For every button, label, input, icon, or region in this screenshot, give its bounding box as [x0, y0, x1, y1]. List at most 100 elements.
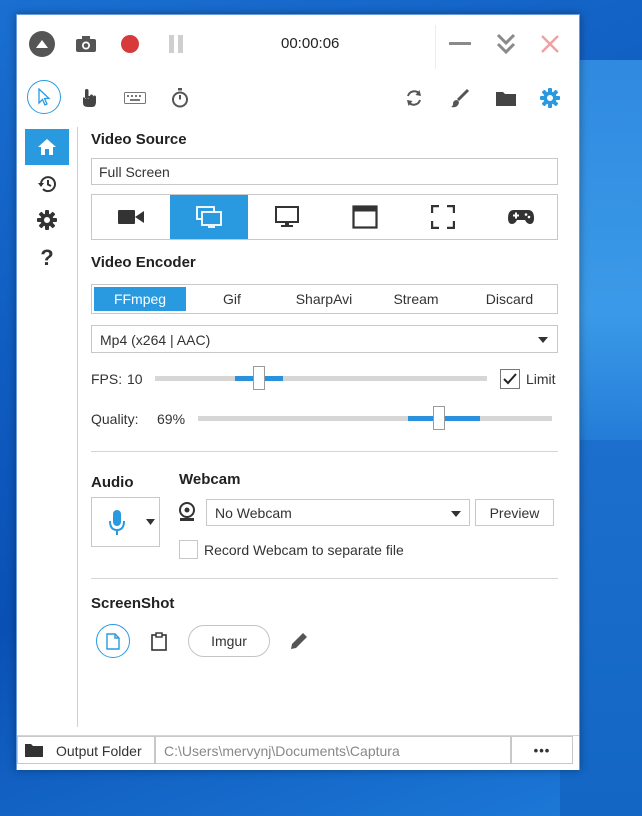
screenshot-button[interactable] [73, 31, 99, 57]
chevron-down-icon [146, 519, 155, 525]
history-icon [38, 176, 56, 193]
brush-icon [451, 88, 470, 108]
quality-label: Quality: [91, 411, 139, 427]
source-region-option[interactable] [404, 195, 482, 239]
refresh-icon [407, 90, 421, 106]
edit-screenshot-toggle[interactable] [285, 627, 313, 655]
video-source-field[interactable]: Full Screen [91, 158, 558, 185]
fps-label: FPS: [91, 371, 123, 387]
record-button[interactable] [117, 31, 143, 57]
pencil-icon [291, 633, 307, 649]
hand-pointer-icon [83, 89, 96, 107]
separate-file-checkbox[interactable] [179, 540, 198, 559]
source-window-option[interactable] [326, 195, 404, 239]
close-button[interactable] [537, 31, 563, 57]
home-icon [38, 139, 56, 155]
webcam-dropdown[interactable]: No Webcam [206, 499, 470, 526]
output-path-field[interactable]: C:\Users\mervynj\Documents\Captura [155, 736, 511, 764]
video-source-selector [91, 194, 558, 240]
checkmark-icon [503, 373, 517, 385]
webcam-icon [118, 210, 144, 224]
screenshot-title: ScreenShot [91, 595, 175, 612]
cursor-icon [38, 88, 51, 106]
encoder-tab-discard[interactable]: Discard [462, 285, 557, 313]
more-options-button[interactable]: ••• [511, 736, 573, 764]
webcam-title: Webcam [179, 471, 241, 488]
camera-icon [76, 36, 96, 52]
fps-value: 10 [127, 371, 143, 387]
sidebar-item-help[interactable]: ? [25, 241, 69, 275]
quality-slider-track[interactable] [198, 416, 552, 421]
gear-icon [37, 210, 57, 230]
sidebar-item-history[interactable] [25, 167, 69, 201]
region-icon [431, 205, 455, 229]
encoder-tab-ffmpeg[interactable]: FFmpeg [94, 287, 186, 311]
preview-button[interactable]: Preview [475, 499, 554, 526]
encoder-tab-stream[interactable]: Stream [370, 285, 462, 313]
fps-slider-track[interactable] [155, 376, 487, 381]
divider [435, 25, 436, 69]
imgur-button[interactable]: Imgur [188, 625, 270, 657]
video-encoder-title: Video Encoder [91, 254, 196, 271]
keyboard-icon [124, 92, 146, 104]
encoder-tabs: FFmpeg Gif SharpAvi Stream Discard [91, 284, 558, 314]
question-icon: ? [40, 245, 54, 270]
folder-icon [496, 92, 516, 106]
elapsed-timer: 00:00:06 [281, 35, 340, 52]
double-chevron-down-icon [496, 33, 516, 55]
quality-slider-thumb[interactable] [433, 406, 445, 430]
screen-icon [196, 206, 222, 228]
webcam-device-icon [179, 502, 195, 521]
close-icon [541, 35, 559, 53]
source-webcam-option[interactable] [92, 195, 170, 239]
include-clicks-toggle[interactable] [75, 85, 103, 111]
separate-file-label: Record Webcam to separate file [204, 542, 404, 558]
file-icon [106, 632, 120, 650]
source-game-option[interactable] [482, 195, 559, 239]
fps-slider-thumb[interactable] [253, 366, 265, 390]
section-divider [91, 578, 558, 579]
minimize-to-tray-button[interactable] [493, 31, 519, 57]
folder-icon [25, 744, 43, 757]
webcam-device-icon-wrap [177, 501, 197, 523]
open-folder-button[interactable] [493, 85, 519, 111]
monitor-icon [275, 206, 299, 227]
sidebar-divider [77, 127, 78, 727]
webcam-value: No Webcam [215, 505, 292, 521]
limit-checkbox[interactable] [500, 369, 520, 389]
minimize-button[interactable] [447, 33, 473, 55]
brush-button[interactable] [447, 85, 473, 111]
microphone-icon [109, 510, 125, 535]
source-screen-option[interactable] [170, 195, 248, 239]
save-to-disk-toggle[interactable] [96, 624, 130, 658]
clipboard-toggle[interactable] [145, 627, 173, 655]
chevron-down-icon [451, 511, 461, 517]
timer-button[interactable] [167, 85, 193, 111]
gear-icon [540, 88, 560, 108]
output-path-value: C:\Users\mervynj\Documents\Captura [164, 743, 400, 759]
encoder-tab-sharpavi[interactable]: SharpAvi [278, 285, 370, 313]
refresh-button[interactable] [401, 85, 427, 111]
window-icon [352, 205, 378, 229]
pause-button[interactable] [163, 31, 189, 57]
stopwatch-icon [172, 88, 188, 108]
captura-window: 00:00:06 ? Video Source Full Screen Vide… [16, 14, 580, 770]
settings-button[interactable] [537, 85, 563, 111]
sidebar-item-home[interactable] [25, 129, 69, 165]
gamepad-icon [507, 210, 534, 224]
encoder-tab-gif[interactable]: Gif [186, 285, 278, 313]
triangle-up-icon [36, 40, 48, 48]
clipboard-icon [151, 631, 167, 651]
sidebar-item-settings[interactable] [25, 203, 69, 237]
collapse-button[interactable] [29, 31, 55, 57]
audio-source-button[interactable] [91, 497, 160, 547]
output-folder-button[interactable]: Output Folder [17, 736, 155, 764]
video-source-title: Video Source [91, 131, 187, 148]
include-keystrokes-toggle[interactable] [121, 87, 149, 109]
codec-value: Mp4 (x264 | AAC) [100, 332, 211, 348]
source-monitor-option[interactable] [248, 195, 326, 239]
chevron-down-icon [538, 337, 548, 343]
minimize-icon [449, 42, 471, 45]
codec-dropdown[interactable]: Mp4 (x264 | AAC) [91, 325, 558, 353]
include-cursor-toggle[interactable] [27, 80, 61, 114]
